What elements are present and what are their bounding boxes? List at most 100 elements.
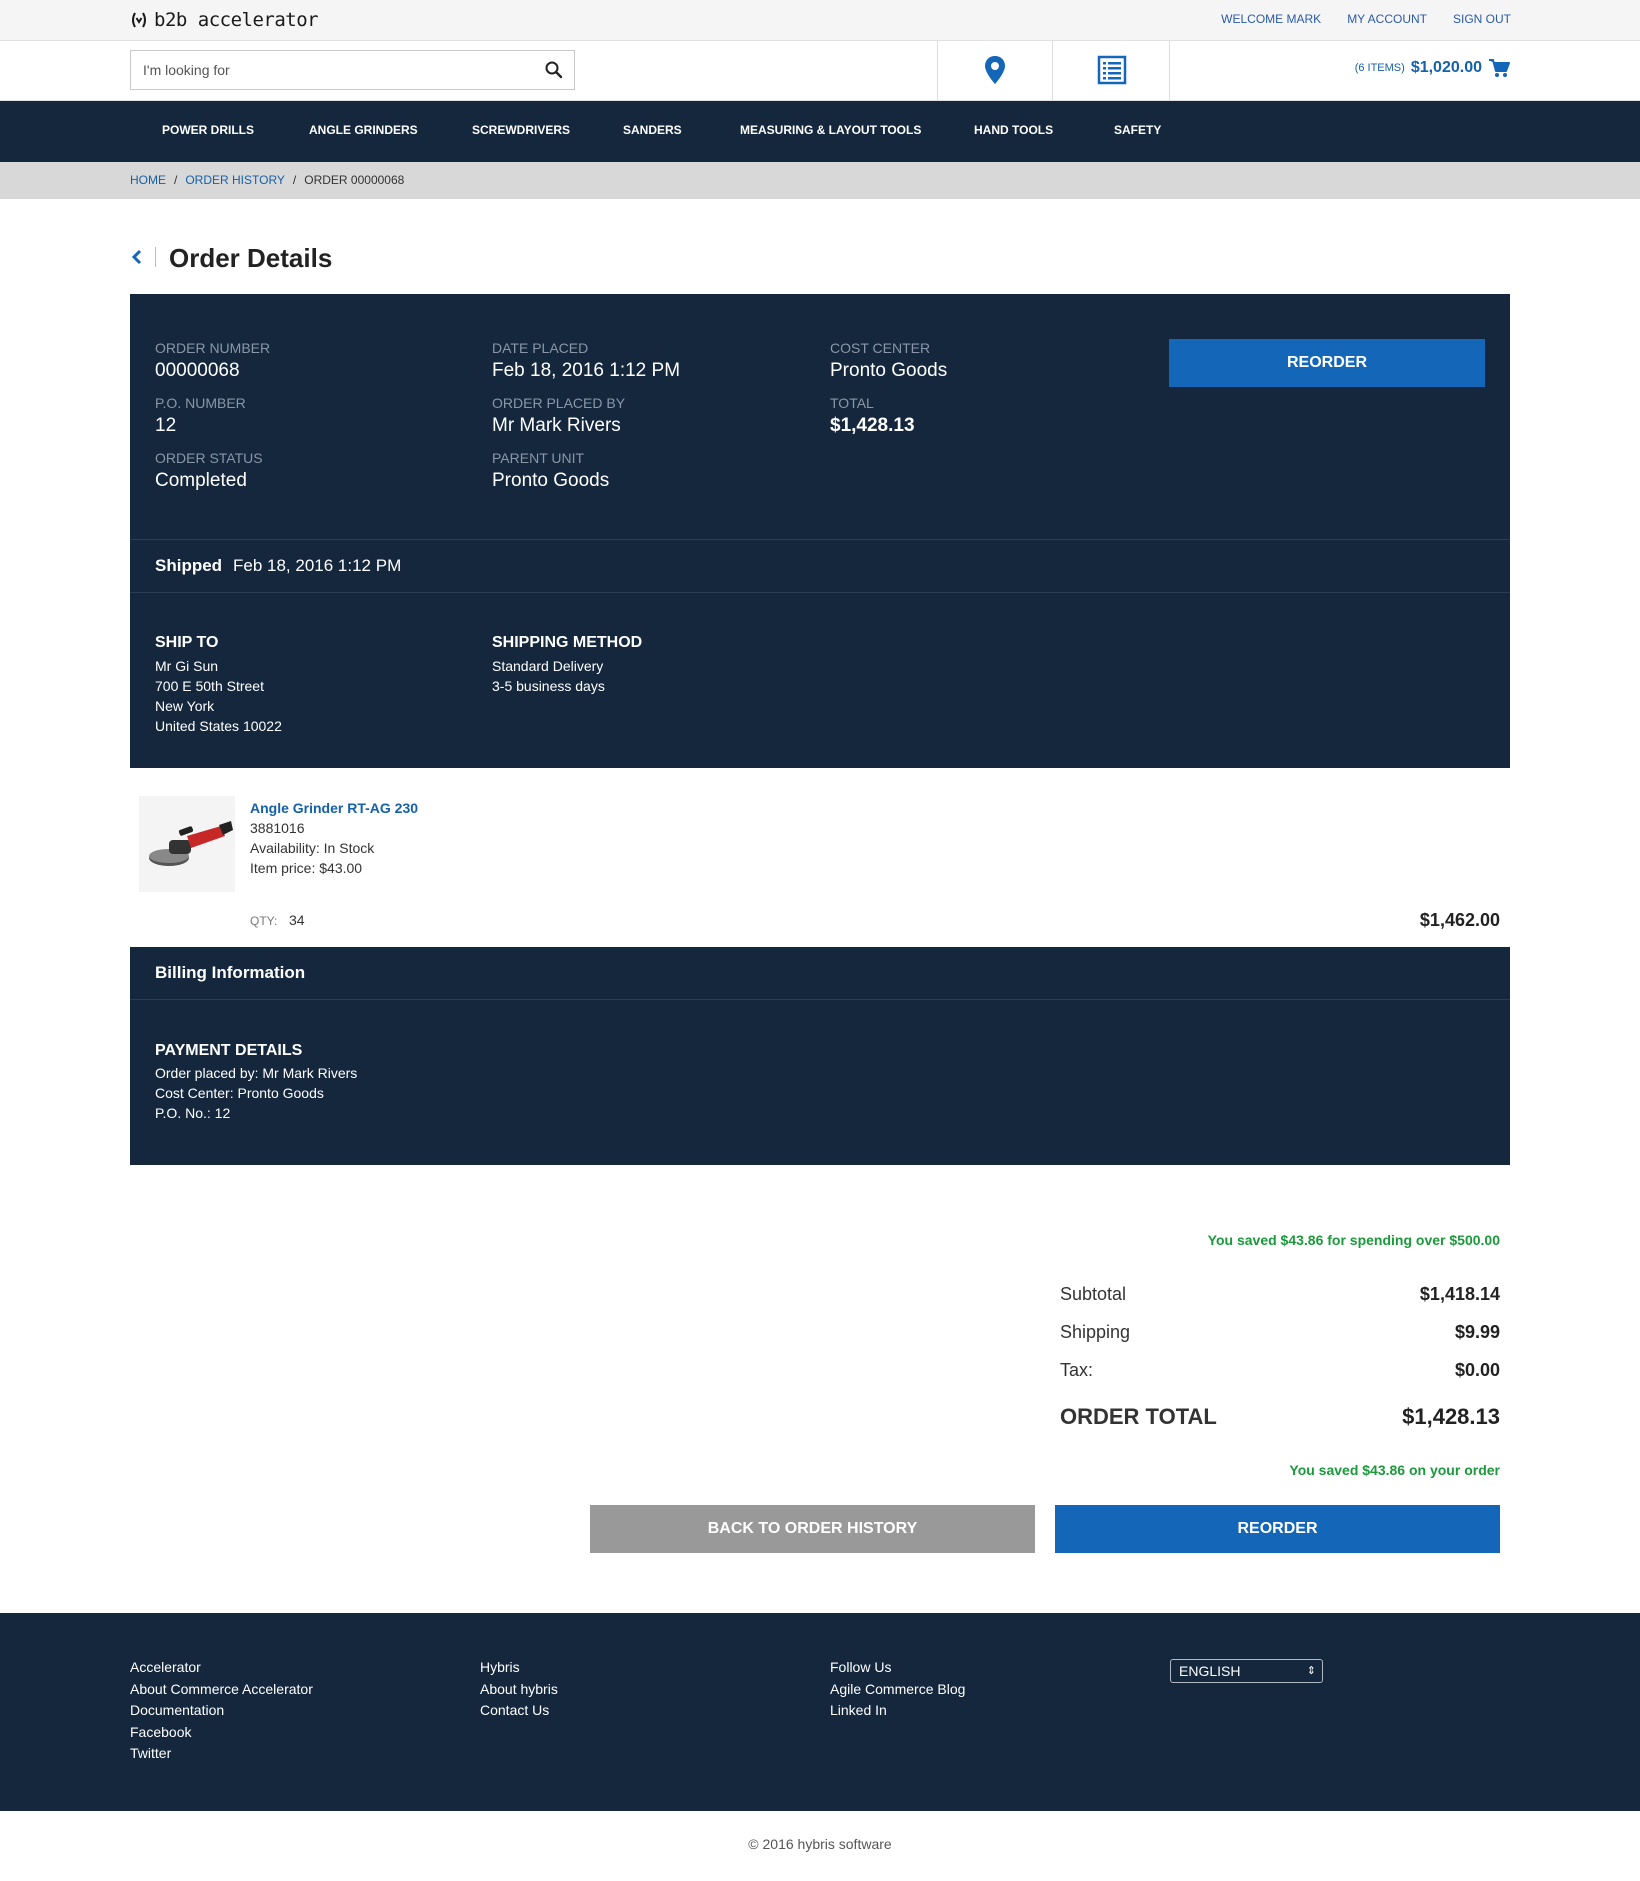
nav-hand-tools[interactable]: HAND TOOLS: [974, 123, 1053, 137]
search-input[interactable]: [131, 51, 511, 89]
tax-label: Tax:: [1060, 1360, 1094, 1380]
select-arrows-icon: ⇕: [1306, 1665, 1316, 1677]
shipping-value: $9.99: [1454, 1322, 1500, 1342]
language-value: ENGLISH: [1179, 1663, 1241, 1679]
shipping-method: Standard Delivery 3-5 business days: [492, 656, 605, 696]
shipping-method-time: 3-5 business days: [492, 678, 605, 694]
product-name-link[interactable]: Angle Grinder RT-AG 230: [250, 800, 418, 816]
search-icon[interactable]: [544, 60, 564, 80]
breadcrumb-order-history[interactable]: ORDER HISTORY: [185, 173, 285, 187]
chevron-left-icon: [131, 249, 142, 265]
breadcrumb: HOME / ORDER HISTORY / ORDER 00000068: [0, 162, 1640, 199]
reorder-button[interactable]: REORDER: [1169, 339, 1485, 387]
payment-line: Cost Center: Pronto Goods: [155, 1085, 324, 1101]
footer-col-hybris: Hybris About hybris Contact Us: [480, 1657, 558, 1722]
parent-unit: Pronto Goods: [492, 470, 610, 491]
footer-link[interactable]: Contact Us: [480, 1700, 558, 1722]
total-label: TOTAL: [830, 395, 874, 411]
address-line: United States 10022: [155, 718, 282, 734]
back-button[interactable]: [130, 247, 156, 267]
shipping-method-title: SHIPPING METHOD: [492, 634, 643, 651]
store-locator-icon[interactable]: [978, 53, 1012, 87]
address-line: Mr Gi Sun: [155, 658, 219, 674]
search-row: (6 ITEMS) $1,020.00: [0, 41, 1640, 101]
top-bar: b2b accelerator WELCOME MARK MY ACCOUNT …: [0, 0, 1640, 41]
date-placed: Feb 18, 2016 1:12 PM: [492, 360, 681, 381]
divider: [937, 41, 938, 100]
breadcrumb-current: ORDER 00000068: [304, 173, 405, 187]
billing-panel: Billing Information PAYMENT DETAILS Orde…: [130, 947, 1510, 1165]
shipment-date: Feb 18, 2016 1:12 PM: [233, 556, 402, 575]
promotion-message: You saved $43.86 for spending over $500.…: [1207, 1232, 1500, 1248]
order-total-amount: $1,428.13: [1402, 1404, 1500, 1429]
qty-value: 34: [289, 912, 305, 928]
order-status: Completed: [155, 470, 247, 491]
breadcrumb-separator: /: [174, 173, 178, 187]
page-title: Order Details: [169, 243, 333, 273]
logo[interactable]: b2b accelerator: [130, 9, 319, 31]
footer-link[interactable]: Facebook: [130, 1722, 313, 1744]
order-total-label: ORDER TOTAL: [1060, 1404, 1217, 1429]
divider: [130, 539, 1510, 540]
shipping-label: Shipping: [1060, 1322, 1131, 1342]
footer-link[interactable]: About hybris: [480, 1679, 558, 1701]
po-number-label: P.O. NUMBER: [155, 395, 246, 411]
divider: [1169, 41, 1170, 100]
nav-safety[interactable]: SAFETY: [1114, 123, 1161, 137]
order-summary-panel: ORDER NUMBER 00000068 P.O. NUMBER 12 ORD…: [130, 294, 1510, 768]
tax-value: $0.00: [1454, 1360, 1500, 1380]
logo-icon: [132, 12, 146, 28]
order-number: 00000068: [155, 360, 240, 381]
billing-title: Billing Information: [155, 963, 306, 982]
copyright: © 2016 hybris software: [748, 1836, 892, 1852]
shipment-status: Shipped: [155, 556, 223, 575]
footer-heading: Accelerator: [130, 1659, 201, 1675]
line-total: $1,462.00: [1419, 910, 1500, 930]
product-code: 3881016: [250, 820, 305, 836]
welcome-link[interactable]: WELCOME MARK: [1221, 12, 1321, 26]
angle-grinder-image: [149, 821, 233, 866]
product-image[interactable]: [139, 796, 235, 892]
address-line: New York: [155, 698, 215, 714]
divider: [130, 592, 1510, 593]
order-total-value: $1,428.13: [830, 415, 915, 436]
ship-to-title: SHIP TO: [155, 634, 219, 651]
payment-line: P.O. No.: 12: [155, 1105, 231, 1121]
footer-heading: Follow Us: [830, 1659, 892, 1675]
nav-sanders[interactable]: SANDERS: [623, 123, 682, 137]
sign-out-link[interactable]: SIGN OUT: [1453, 12, 1511, 26]
placed-by: Mr Mark Rivers: [492, 415, 621, 436]
order-status-label: ORDER STATUS: [155, 450, 263, 466]
subtotal-label: Subtotal: [1060, 1284, 1127, 1304]
mini-cart[interactable]: (6 ITEMS) $1,020.00: [1355, 58, 1510, 78]
back-to-order-history-button[interactable]: BACK TO ORDER HISTORY: [590, 1505, 1035, 1553]
footer-link[interactable]: Documentation: [130, 1700, 313, 1722]
footer: Accelerator About Commerce Accelerator D…: [0, 1613, 1640, 1811]
footer-link[interactable]: About Commerce Accelerator: [130, 1679, 313, 1701]
placed-by-label: ORDER PLACED BY: [492, 395, 626, 411]
savings-message: You saved $43.86 on your order: [1289, 1462, 1500, 1478]
address-line: 700 E 50th Street: [155, 678, 264, 694]
date-placed-label: DATE PLACED: [492, 340, 589, 356]
breadcrumb-separator: /: [292, 173, 297, 187]
footer-link[interactable]: Agile Commerce Blog: [830, 1679, 965, 1701]
language-select[interactable]: ENGLISH ⇕: [1170, 1659, 1323, 1683]
payment-details-title: PAYMENT DETAILS: [155, 1042, 303, 1059]
footer-heading: Hybris: [480, 1659, 520, 1675]
my-account-link[interactable]: MY ACCOUNT: [1347, 12, 1427, 26]
cost-center: Pronto Goods: [830, 360, 948, 381]
parent-unit-label: PARENT UNIT: [492, 450, 585, 466]
payment-line: Order placed by: Mr Mark Rivers: [155, 1065, 358, 1081]
breadcrumb-home[interactable]: HOME: [130, 173, 166, 187]
quick-order-icon[interactable]: [1095, 53, 1129, 87]
footer-col-follow: Follow Us Agile Commerce Blog Linked In: [830, 1657, 965, 1722]
footer-link[interactable]: Twitter: [130, 1743, 313, 1765]
reorder-button-bottom[interactable]: REORDER: [1055, 1505, 1500, 1553]
search-box: [130, 50, 575, 90]
nav-measuring-layout-tools[interactable]: MEASURING & LAYOUT TOOLS: [740, 123, 921, 137]
nav-angle-grinders[interactable]: ANGLE GRINDERS: [309, 123, 418, 137]
footer-link[interactable]: Linked In: [830, 1700, 965, 1722]
nav-power-drills[interactable]: POWER DRILLS: [162, 123, 254, 137]
product-item-price: Item price: $43.00: [250, 860, 363, 876]
nav-screwdrivers[interactable]: SCREWDRIVERS: [472, 123, 570, 137]
